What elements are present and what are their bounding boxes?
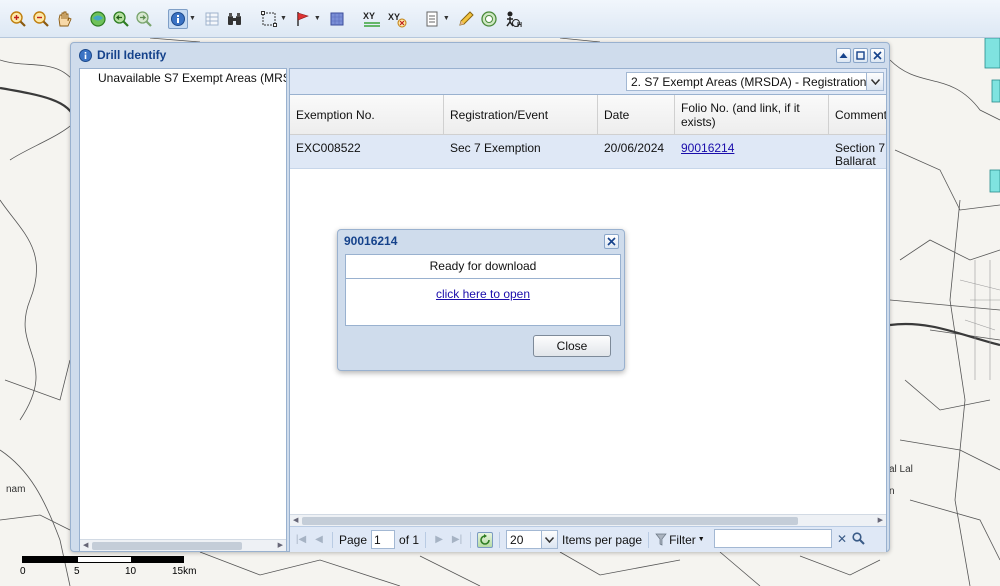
- identify-icon[interactable]: [168, 8, 188, 29]
- open-download-link[interactable]: click here to open: [436, 287, 530, 301]
- column-exemption-no[interactable]: Exemption No.: [290, 95, 444, 134]
- clear-icon[interactable]: ✕: [834, 530, 850, 547]
- grid-scroll-thumb[interactable]: [302, 517, 798, 525]
- identify-dropdown-icon[interactable]: ▼: [189, 15, 196, 22]
- filter-input[interactable]: [714, 529, 832, 548]
- svg-text:H: H: [517, 22, 522, 28]
- chevron-down-icon[interactable]: [866, 73, 883, 90]
- column-folio-no[interactable]: Folio No. (and link, if it exists): [675, 95, 829, 134]
- page-size-select[interactable]: 20: [506, 530, 559, 549]
- street-view-icon[interactable]: H: [502, 9, 524, 29]
- pan-icon[interactable]: [54, 9, 74, 29]
- full-extent-icon[interactable]: [88, 9, 108, 29]
- next-extent-icon[interactable]: [134, 9, 154, 29]
- map-toolbar: ▼ ▼ ▼ XY XY ▼ H: [0, 0, 1000, 38]
- layer-tree-panel: Unavailable S7 Exempt Areas (MRSDA) ◀ ▶: [79, 68, 287, 552]
- column-comment[interactable]: Comment: [829, 95, 886, 134]
- print-icon[interactable]: [422, 9, 442, 29]
- filter-label: Filter: [669, 532, 696, 547]
- close-icon[interactable]: [870, 48, 885, 63]
- tree-item-unavailable-s7[interactable]: Unavailable S7 Exempt Areas (MRSDA): [96, 71, 286, 85]
- scale-tick-0: 0: [20, 566, 26, 577]
- scale-segment-3: [132, 556, 184, 563]
- folio-link[interactable]: 90016214: [681, 142, 734, 155]
- search-icon[interactable]: [850, 530, 866, 547]
- scale-tick-5: 5: [74, 566, 80, 577]
- page-label: Page: [339, 532, 368, 547]
- scale-tick-10: 10: [125, 566, 137, 577]
- xy-coordinate-icon[interactable]: XY: [361, 9, 383, 29]
- svg-text:XY: XY: [363, 11, 375, 21]
- drill-identify-header[interactable]: Drill Identify: [71, 43, 889, 67]
- measure-dropdown-icon[interactable]: ▼: [314, 15, 321, 22]
- zoom-in-icon[interactable]: [8, 9, 28, 29]
- zoom-out-icon[interactable]: [31, 9, 51, 29]
- measure-flag-icon[interactable]: [293, 9, 313, 29]
- map-label-right-1: al Lal: [889, 464, 913, 475]
- page-size-chevron-icon[interactable]: [541, 531, 558, 548]
- layer-select-bar: 2. S7 Exempt Areas (MRSDA) - Registratio…: [290, 69, 886, 95]
- column-date[interactable]: Date: [598, 95, 675, 134]
- cell-comment: Section 7 exemption Ballarat: [829, 142, 886, 168]
- items-per-page-label: Items per page: [562, 532, 643, 547]
- scale-segment-1: [22, 556, 77, 563]
- page-of-label: of 1: [399, 532, 420, 547]
- download-dialog-title: 90016214: [344, 234, 398, 248]
- tree-scroll-thumb[interactable]: [92, 542, 242, 550]
- page-size-value: 20: [510, 532, 524, 547]
- scroll-right-icon[interactable]: ▶: [278, 541, 283, 549]
- info-icon: [79, 48, 92, 62]
- download-status: Ready for download: [346, 255, 620, 279]
- page-number-input[interactable]: 1: [371, 530, 396, 549]
- download-dialog-body: Ready for download click here to open: [345, 254, 621, 326]
- globe-icon[interactable]: [479, 9, 499, 29]
- close-button[interactable]: Close: [533, 335, 611, 357]
- first-page-icon[interactable]: |◀: [294, 533, 308, 547]
- drill-identify-title: Drill Identify: [97, 48, 167, 62]
- pencil-icon[interactable]: [456, 9, 476, 29]
- filter-button[interactable]: Filter ▼: [655, 533, 705, 547]
- grid-scroll-left-icon[interactable]: ◀: [293, 516, 298, 524]
- refresh-icon[interactable]: [477, 531, 494, 548]
- scale-tick-15km: 15km: [172, 566, 197, 577]
- map-label-left: nam: [6, 484, 26, 495]
- grid-scroll-right-icon[interactable]: ▶: [878, 516, 883, 524]
- download-dialog: 90016214 Ready for download click here t…: [337, 229, 625, 371]
- collapse-icon[interactable]: [836, 48, 851, 63]
- binoculars-icon[interactable]: [225, 9, 245, 29]
- select-dropdown-icon[interactable]: ▼: [280, 15, 287, 22]
- scale-segment-2: [77, 556, 132, 563]
- scroll-left-icon[interactable]: ◀: [83, 541, 88, 549]
- next-page-icon[interactable]: ▶: [432, 533, 446, 547]
- grid-header: Exemption No. Registration/Event Date Fo…: [290, 95, 886, 135]
- tree-item-label: Unavailable S7 Exempt Areas (MRSDA): [98, 71, 286, 85]
- grid-horizontal-scrollbar[interactable]: ◀ ▶: [290, 514, 886, 526]
- cell-date: 20/06/2024: [604, 142, 665, 155]
- close-icon[interactable]: [604, 234, 619, 249]
- filter-dropdown-icon: ▼: [697, 536, 705, 543]
- column-registration-event[interactable]: Registration/Event: [444, 95, 598, 134]
- funnel-icon: [655, 533, 667, 546]
- select-rectangle-icon[interactable]: [259, 9, 279, 29]
- cell-comment-line2: Ballarat: [835, 154, 876, 168]
- previous-page-icon[interactable]: ◀: [312, 533, 326, 547]
- last-page-icon[interactable]: ▶|: [450, 533, 464, 547]
- table-row[interactable]: EXC008522 Sec 7 Exemption 20/06/2024 900…: [290, 135, 886, 169]
- layers-icon[interactable]: [327, 9, 347, 29]
- cell-exemption-no: EXC008522: [296, 142, 361, 155]
- layer-select-value: 2. S7 Exempt Areas (MRSDA) - Registratio…: [631, 74, 866, 89]
- previous-extent-icon[interactable]: [111, 9, 131, 29]
- tree-horizontal-scrollbar[interactable]: ◀ ▶: [80, 539, 286, 551]
- grid-icon[interactable]: [202, 9, 222, 29]
- xy-clear-icon[interactable]: XY: [386, 9, 408, 29]
- svg-text:XY: XY: [388, 12, 400, 22]
- print-dropdown-icon[interactable]: ▼: [443, 15, 450, 22]
- cell-registration-event: Sec 7 Exemption: [450, 142, 541, 155]
- layer-select[interactable]: 2. S7 Exempt Areas (MRSDA) - Registratio…: [626, 72, 884, 91]
- maximize-icon[interactable]: [853, 48, 868, 63]
